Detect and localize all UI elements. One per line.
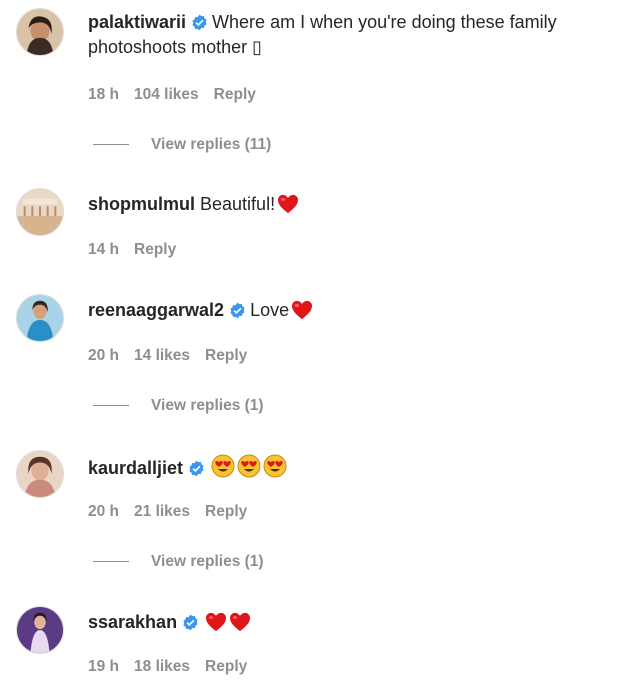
heart-eyes-emoji-icon [237,454,261,478]
view-replies-button[interactable]: View replies (11) [93,136,271,154]
verified-badge-icon [229,302,246,319]
view-replies-button[interactable]: View replies (1) [93,397,264,415]
view-replies-button[interactable]: View replies (1) [93,553,264,571]
comment-username[interactable]: kaurdalljiet [88,458,183,478]
heart-eyes-emoji-icon [263,454,287,478]
comment-username[interactable]: shopmulmul [88,194,195,214]
view-replies-label: View replies (1) [151,553,264,570]
reply-button[interactable]: Reply [205,503,247,520]
comment-timestamp[interactable]: 20 h [88,347,119,364]
verified-badge-icon [188,460,205,477]
comment-text: Where am I when you're doing these famil… [212,12,557,32]
comment-text: Beautiful! [200,194,276,214]
comment-timestamp[interactable]: 18 h [88,86,119,103]
replies-divider [93,144,129,146]
red-heart-icon [205,612,227,632]
avatar[interactable] [16,8,64,56]
red-heart-icon [291,300,313,320]
avatar[interactable] [16,294,64,342]
reply-button[interactable]: Reply [134,241,176,258]
comment-likes[interactable]: 18 likes [134,658,190,675]
avatar[interactable] [16,188,64,236]
reply-button[interactable]: Reply [205,658,247,675]
comment-likes[interactable]: 14 likes [134,347,190,364]
reply-button[interactable]: Reply [214,86,256,103]
comment-likes[interactable]: 104 likes [134,86,199,103]
verified-badge-icon [182,614,199,631]
verified-badge-icon [191,14,208,31]
comment-text: Love [250,300,290,320]
view-replies-label: View replies (1) [151,397,264,414]
comment-username[interactable]: palaktiwarii [88,12,186,32]
comment-text-continued: photoshoots mother ▯ [88,37,263,57]
avatar[interactable] [16,606,64,654]
comment-timestamp[interactable]: 19 h [88,658,119,675]
comment-timestamp[interactable]: 14 h [88,241,119,258]
view-replies-label: View replies (11) [151,136,272,153]
reply-button[interactable]: Reply [205,347,247,364]
replies-divider [93,405,129,407]
heart-eyes-emoji-icon [211,454,235,478]
red-heart-icon [229,612,251,632]
replies-divider [93,561,129,563]
avatar[interactable] [16,450,64,498]
comment-username[interactable]: reenaaggarwal2 [88,300,224,320]
comment-username[interactable]: ssarakhan [88,612,177,632]
comment-likes[interactable]: 21 likes [134,503,190,520]
red-heart-icon [277,194,299,214]
comment-timestamp[interactable]: 20 h [88,503,119,520]
